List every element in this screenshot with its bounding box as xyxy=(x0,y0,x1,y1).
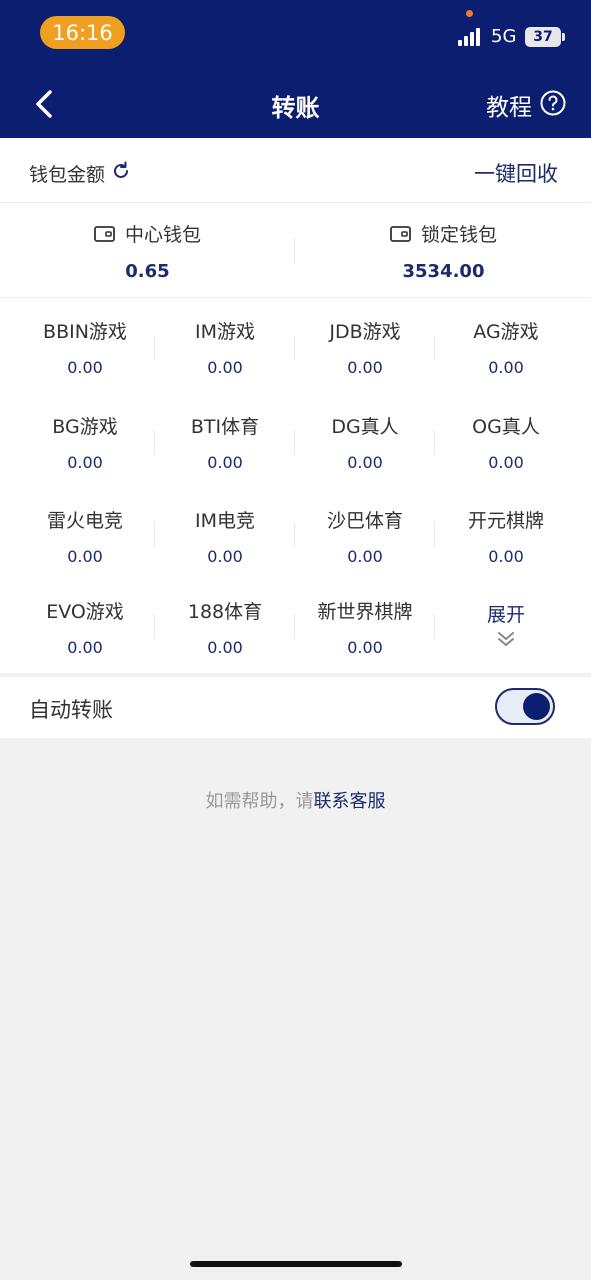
help-text: 如需帮助，请联系客服 xyxy=(0,787,591,813)
wallet-name: 中心钱包 xyxy=(124,224,201,246)
game-balance-item[interactable]: BBIN游戏 0.00 xyxy=(15,317,155,377)
refresh-icon[interactable] xyxy=(111,161,131,181)
toggle-knob xyxy=(523,693,550,720)
double-chevron-down-icon[interactable] xyxy=(496,630,516,648)
game-balance-item[interactable]: IM电竞 0.00 xyxy=(155,506,295,566)
battery-icon: 37 xyxy=(525,27,561,47)
home-indicator xyxy=(190,1261,402,1267)
tutorial-link[interactable]: 教程 xyxy=(486,88,532,122)
contact-support-link[interactable]: 联系客服 xyxy=(314,791,386,812)
divider xyxy=(0,297,591,298)
game-balance-item[interactable]: 新世界棋牌 0.00 xyxy=(295,597,435,657)
recording-dot xyxy=(466,10,473,17)
divider xyxy=(0,202,591,203)
game-balance-item[interactable]: 雷火电竞 0.00 xyxy=(15,506,155,566)
wallet-balance: 3534.00 xyxy=(402,261,485,282)
wallet-icon xyxy=(94,225,115,242)
game-balance-item[interactable]: DG真人 0.00 xyxy=(295,412,435,472)
signal-icon xyxy=(458,28,484,46)
auto-transfer-toggle[interactable] xyxy=(495,688,555,725)
wallet-balance: 0.65 xyxy=(125,261,170,282)
game-balance-item[interactable]: BTI体育 0.00 xyxy=(155,412,295,472)
help-icon[interactable] xyxy=(540,90,566,116)
game-balance-item[interactable]: IM游戏 0.00 xyxy=(155,317,295,377)
game-balance-item[interactable]: 开元棋牌 0.00 xyxy=(436,506,576,566)
network-type: 5G xyxy=(491,26,517,47)
expand-button[interactable]: 展开 xyxy=(436,600,576,627)
game-balance-item[interactable]: 188体育 0.00 xyxy=(155,597,295,657)
locked-wallet: 锁定钱包 3534.00 xyxy=(296,220,591,282)
wallet-panel xyxy=(0,138,591,673)
one-click-recall-button[interactable]: 一键回收 xyxy=(474,158,558,188)
status-time: 16:16 xyxy=(40,16,125,49)
game-balance-item[interactable]: AG游戏 0.00 xyxy=(436,317,576,377)
wallet-icon xyxy=(390,225,411,242)
wallet-name: 锁定钱包 xyxy=(420,224,497,246)
game-balance-item[interactable]: EVO游戏 0.00 xyxy=(15,597,155,657)
game-balance-item[interactable]: 沙巴体育 0.00 xyxy=(295,506,435,566)
center-wallet: 中心钱包 0.65 xyxy=(0,220,295,282)
game-balance-item[interactable]: BG游戏 0.00 xyxy=(15,412,155,472)
wallet-amount-label: 钱包金额 xyxy=(29,164,106,186)
game-balance-item[interactable]: OG真人 0.00 xyxy=(436,412,576,472)
game-balance-item[interactable]: JDB游戏 0.00 xyxy=(295,317,435,377)
help-prefix: 如需帮助，请 xyxy=(205,791,314,812)
auto-transfer-label: 自动转账 xyxy=(29,698,113,722)
